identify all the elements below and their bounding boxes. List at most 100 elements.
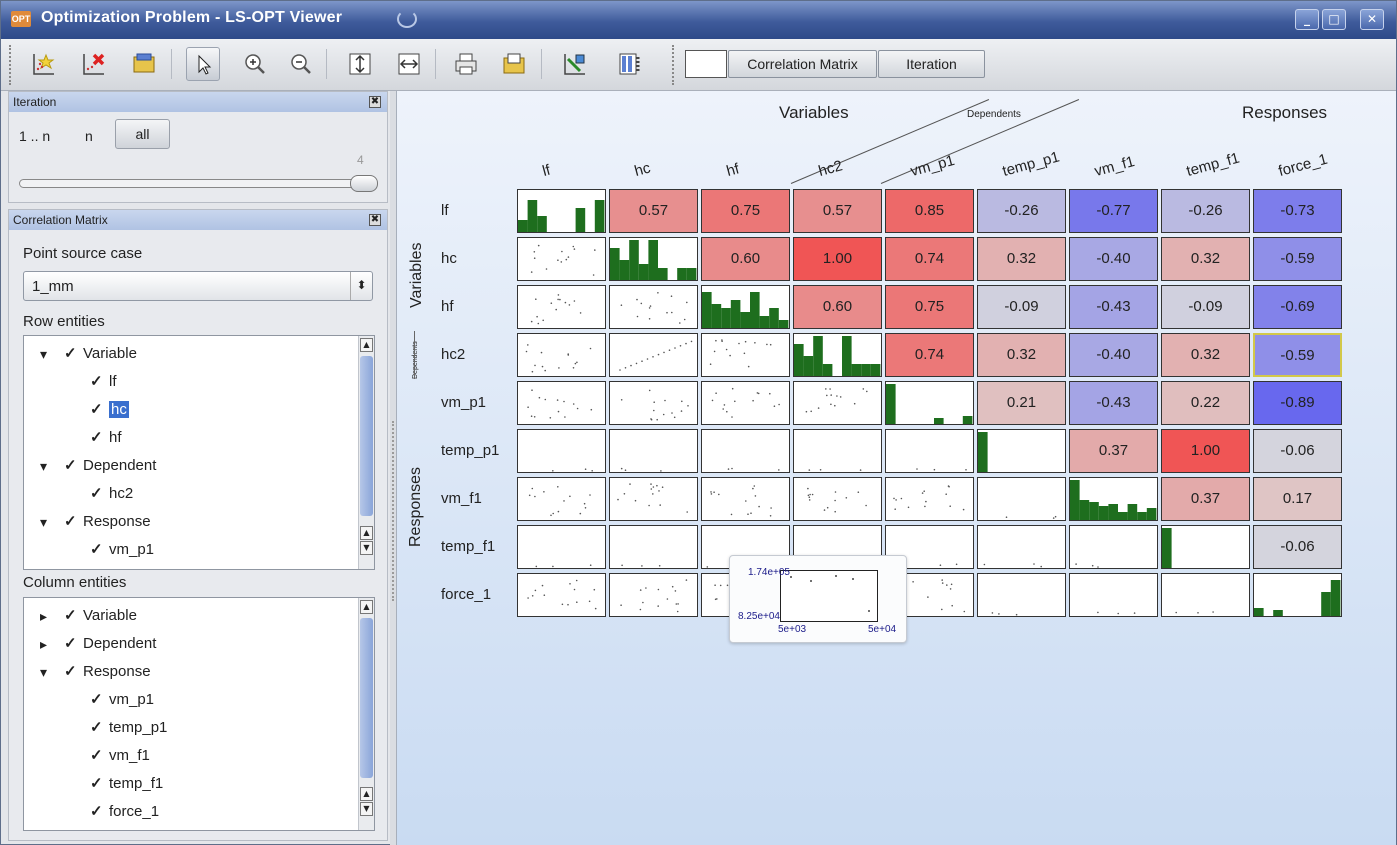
column-tree-item[interactable]: ✓ temp_f1 <box>90 774 163 794</box>
scroll-up-arrow-icon[interactable]: ▲ <box>360 600 373 614</box>
row-header-lf[interactable]: lf <box>441 202 449 219</box>
scroll-up-arrow-icon[interactable]: ▲ <box>360 787 373 801</box>
scatter-cell[interactable] <box>793 429 882 473</box>
checkbox-checked-icon[interactable]: ✓ <box>90 540 106 560</box>
scatter-cell[interactable] <box>609 429 698 473</box>
iteration-all-button[interactable]: all <box>115 119 170 149</box>
close-button[interactable]: ✕ <box>1360 9 1384 30</box>
row-header-temp-f1[interactable]: temp_f1 <box>441 538 495 555</box>
correlation-cell[interactable]: 0.22 <box>1161 381 1250 425</box>
row-tree-item[interactable]: ✓ vm_p1 <box>90 540 154 560</box>
checkbox-checked-icon[interactable]: ✓ <box>90 428 106 448</box>
fit-vertical-button[interactable] <box>343 47 377 81</box>
iteration-slider-handle[interactable] <box>350 175 378 192</box>
scatter-cell[interactable] <box>517 573 606 617</box>
zoom-out-button[interactable] <box>284 47 318 81</box>
correlation-cell[interactable]: 0.74 <box>885 237 974 281</box>
correlation-cell[interactable]: 0.74 <box>885 333 974 377</box>
checkbox-checked-icon[interactable]: ✓ <box>90 484 106 504</box>
row-tree-scrollbar[interactable]: ▲ ▲ ▼ <box>358 336 374 569</box>
correlation-cell[interactable]: -0.06 <box>1253 429 1342 473</box>
scroll-up-arrow-icon[interactable]: ▲ <box>360 526 373 540</box>
checkbox-checked-icon[interactable]: ✓ <box>90 400 106 420</box>
matrix-view-toggle[interactable] <box>685 50 727 78</box>
scatter-cell[interactable] <box>977 525 1066 569</box>
scatter-cell[interactable] <box>885 477 974 521</box>
expand-arrow-icon[interactable]: ▸ <box>40 606 47 626</box>
scroll-down-arrow-icon[interactable]: ▼ <box>360 802 373 816</box>
scatter-cell[interactable] <box>517 525 606 569</box>
export-button[interactable] <box>497 47 531 81</box>
correlation-cell[interactable]: 0.37 <box>1069 429 1158 473</box>
correlation-cell[interactable]: -0.59 <box>1253 237 1342 281</box>
scatter-cell[interactable] <box>1161 573 1250 617</box>
correlation-cell[interactable]: 0.57 <box>609 189 698 233</box>
row-tree-item[interactable]: ✓ hc <box>90 400 129 420</box>
histogram-cell[interactable] <box>517 189 606 233</box>
histogram-cell[interactable] <box>1069 477 1158 521</box>
checkbox-checked-icon[interactable]: ✓ <box>64 512 80 532</box>
scatter-cell[interactable] <box>609 381 698 425</box>
histogram-cell[interactable] <box>793 333 882 377</box>
row-tree-item[interactable]: ▾ ✓ Dependent <box>40 456 156 476</box>
row-header-hc[interactable]: hc <box>441 250 457 267</box>
tab-correlation-matrix[interactable]: Correlation Matrix <box>728 50 877 78</box>
column-tree-item[interactable]: ✓ vm_f1 <box>90 746 150 766</box>
row-header-vm-p1[interactable]: vm_p1 <box>441 394 486 411</box>
scatter-cell[interactable] <box>885 429 974 473</box>
open-folder-button[interactable] <box>127 47 161 81</box>
scatter-cell[interactable] <box>1069 525 1158 569</box>
correlation-cell[interactable]: 0.17 <box>1253 477 1342 521</box>
correlation-cell[interactable]: 0.75 <box>885 285 974 329</box>
histogram-cell[interactable] <box>609 237 698 281</box>
iteration-n-label[interactable]: n <box>85 128 93 144</box>
correlation-cell[interactable]: -0.26 <box>977 189 1066 233</box>
collapse-arrow-icon[interactable]: ▾ <box>40 456 47 476</box>
row-header-vm-f1[interactable]: vm_f1 <box>441 490 482 507</box>
scatter-cell[interactable] <box>701 381 790 425</box>
iteration-panel-close-icon[interactable]: ✖ <box>369 96 381 108</box>
add-plot-button[interactable] <box>27 47 61 81</box>
correlation-cell[interactable]: -0.09 <box>977 285 1066 329</box>
row-tree-item[interactable]: ▾ ✓ Response <box>40 512 151 532</box>
row-tree-item[interactable]: ▾ ✓ Variable <box>40 344 137 364</box>
scatter-cell[interactable] <box>609 285 698 329</box>
tab-iteration[interactable]: Iteration <box>878 50 985 78</box>
correlation-cell[interactable]: 0.57 <box>793 189 882 233</box>
histogram-cell[interactable] <box>701 285 790 329</box>
scatter-cell[interactable] <box>701 333 790 377</box>
scroll-down-arrow-icon[interactable]: ▼ <box>360 541 373 555</box>
histogram-cell[interactable] <box>977 429 1066 473</box>
correlation-cell[interactable]: 0.32 <box>1161 333 1250 377</box>
correlation-cell[interactable]: 0.60 <box>701 237 790 281</box>
correlation-cell[interactable]: 0.37 <box>1161 477 1250 521</box>
chart-settings-button[interactable] <box>558 47 592 81</box>
column-tree-item[interactable]: ▾ ✓ Response <box>40 662 151 682</box>
checkbox-checked-icon[interactable]: ✓ <box>64 662 80 682</box>
scatter-cell[interactable] <box>701 477 790 521</box>
scatter-cell[interactable] <box>517 333 606 377</box>
scatter-cell[interactable] <box>793 477 882 521</box>
collapse-arrow-icon[interactable]: ▾ <box>40 512 47 532</box>
row-header-force-1[interactable]: force_1 <box>441 586 491 603</box>
correlation-cell[interactable]: 0.21 <box>977 381 1066 425</box>
correlation-cell[interactable]: -0.69 <box>1253 285 1342 329</box>
correlation-cell[interactable]: 0.32 <box>977 333 1066 377</box>
correlation-cell[interactable]: -0.89 <box>1253 381 1342 425</box>
row-tree-item[interactable]: ✓ hc2 <box>90 484 133 504</box>
checkbox-checked-icon[interactable]: ✓ <box>90 774 106 794</box>
pointer-tool-button[interactable] <box>186 47 220 81</box>
checkbox-checked-icon[interactable]: ✓ <box>90 718 106 738</box>
scatter-cell[interactable] <box>609 333 698 377</box>
correlation-cell[interactable]: 1.00 <box>793 237 882 281</box>
scatter-cell[interactable] <box>517 381 606 425</box>
correlation-cell[interactable]: -0.77 <box>1069 189 1158 233</box>
row-entities-tree[interactable]: ▾ ✓ Variable ✓ lf ✓ hc ✓ hf ▾ ✓ Dependent ✓ hc2 ▾ ✓ Resp… <box>23 335 375 570</box>
column-tree-item[interactable]: ✓ force_1 <box>90 802 159 822</box>
iteration-range-label[interactable]: 1 .. n <box>19 128 50 144</box>
toolbar-grip[interactable] <box>9 45 13 85</box>
checkbox-checked-icon[interactable]: ✓ <box>64 634 80 654</box>
collapse-arrow-icon[interactable]: ▾ <box>40 662 47 682</box>
column-tree-scrollbar[interactable]: ▲ ▲ ▼ <box>358 598 374 830</box>
histogram-cell[interactable] <box>885 381 974 425</box>
